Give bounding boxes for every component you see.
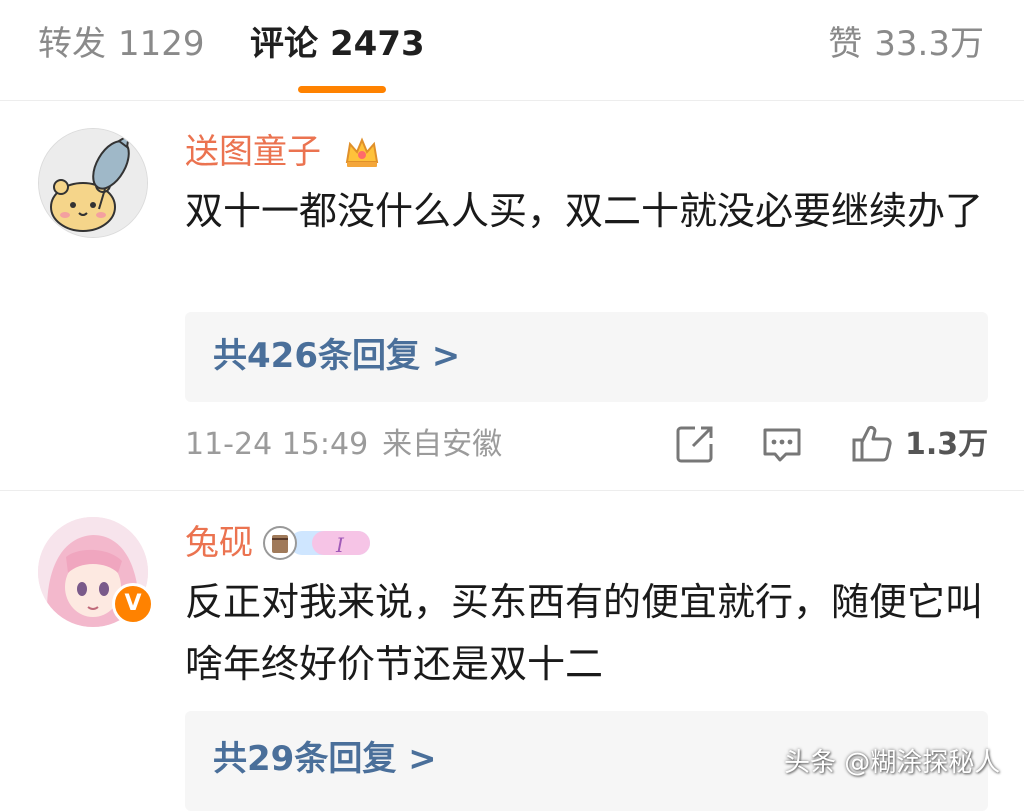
comment-tab-bar: 转发 1129 评论 2473 赞 33.3万 [0, 0, 1024, 101]
replies-count: 共426条回复 > [213, 336, 461, 376]
avatar[interactable] [38, 128, 148, 238]
avatar-cat-fish-icon [39, 129, 147, 237]
tab-like-label: 赞 [828, 24, 863, 64]
comment-text: 双十一都没什么人买，双二十就没必要继续办了 [185, 189, 984, 233]
replies-count: 共29条回复 > [213, 739, 437, 779]
crown-icon [342, 132, 382, 172]
medal-icon: I [262, 525, 372, 561]
tab-comment[interactable]: 评论 2473 [250, 22, 425, 66]
tab-like-count: 33.3万 [874, 24, 984, 64]
tab-comment-label: 评论 [250, 24, 318, 64]
comment-time: 11-24 15:49 [185, 427, 369, 462]
svg-text:I: I [335, 533, 345, 557]
vip-badge-icon: V [112, 583, 154, 625]
share-icon[interactable] [673, 422, 721, 466]
username[interactable]: 送图童子 [185, 130, 321, 174]
like-icon[interactable] [850, 422, 898, 466]
active-tab-indicator [298, 86, 386, 93]
tab-repost-label: 转发 [38, 24, 106, 64]
replies-link[interactable]: 共426条回复 > [185, 312, 988, 402]
tab-like[interactable]: 赞 33.3万 [828, 22, 984, 66]
tab-repost-count: 1129 [118, 24, 205, 64]
like-count: 1.3万 [905, 427, 989, 462]
comment-location: 来自安徽 [382, 427, 503, 462]
comment-text: 反正对我来说，买东西有的便宜就行，随便它叫啥年终好价节还是双十二 [185, 580, 984, 686]
comment-icon[interactable] [760, 422, 808, 466]
comment-item: 送图童子 双十一都没什么人买，双二十就没必要继续办了 共426条回复 > 11-… [0, 100, 1024, 491]
comment-meta: 11-24 15:49 来自安徽 [185, 425, 502, 465]
tab-repost[interactable]: 转发 1129 [38, 22, 205, 66]
tab-comment-count: 2473 [330, 24, 425, 64]
username[interactable]: 兔砚 [185, 521, 253, 565]
watermark: 头条 @糊涂探秘人 [784, 748, 1001, 778]
